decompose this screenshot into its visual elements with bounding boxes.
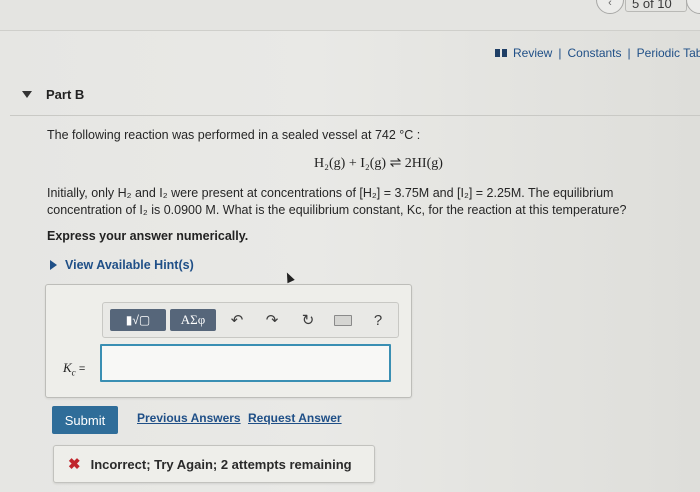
answer-panel: ▮√▢ ΑΣφ ↶ ↷ ↻ ? Kc = <box>45 284 412 398</box>
question-instruction: Express your answer numerically. <box>47 229 249 243</box>
hints-label: View Available Hint(s) <box>65 258 194 272</box>
chevron-left-icon: ‹ <box>608 0 612 9</box>
reaction-equation: H₂(g) + I₂(g) ⇌ 2HI(g) <box>314 156 443 171</box>
resource-links: Review | Constants | Periodic Table <box>495 46 700 60</box>
periodic-table-link[interactable]: Periodic Table <box>637 46 700 60</box>
reset-icon[interactable]: ↻ <box>297 310 319 330</box>
x-icon: ✖ <box>68 456 81 473</box>
page-counter: 5 of 10 <box>632 0 672 11</box>
kc-label: Kc = <box>63 360 85 378</box>
mouse-cursor <box>283 270 295 284</box>
constants-link[interactable]: Constants <box>567 46 621 60</box>
link-separator: | <box>627 46 631 60</box>
question-body-line: Initially, only H₂ and I₂ were present a… <box>47 186 614 200</box>
next-item-button[interactable] <box>686 0 700 14</box>
help-button[interactable]: ? <box>367 310 389 330</box>
templates-button[interactable]: ▮√▢ <box>110 309 166 331</box>
part-title: Part B <box>46 87 85 102</box>
question-body-line: concentration of I₂ is 0.0900 M. What is… <box>47 203 627 217</box>
keyboard-icon-button[interactable] <box>332 310 354 330</box>
redo-icon[interactable]: ↷ <box>261 310 283 330</box>
undo-icon[interactable]: ↶ <box>226 310 248 330</box>
request-answer-link[interactable]: Request Answer <box>248 411 342 425</box>
previous-item-button[interactable]: ‹ <box>596 0 624 14</box>
link-separator: | <box>558 46 562 60</box>
kc-equals: = <box>78 363 86 375</box>
math-toolbar: ▮√▢ ΑΣφ ↶ ↷ ↻ ? <box>102 302 399 338</box>
kc-sub: c <box>71 367 76 378</box>
question-intro: The following reaction was performed in … <box>47 128 421 142</box>
feedback-text: Incorrect; Try Again; 2 attempts remaini… <box>90 456 352 472</box>
kc-var: K <box>63 360 72 375</box>
submit-button[interactable]: Submit <box>52 406 118 434</box>
top-nav-strip: ‹ 5 of 10 <box>0 0 700 31</box>
keyboard-icon <box>334 314 352 326</box>
divider <box>10 115 700 116</box>
question-body: Initially, only H₂ and I₂ were present a… <box>47 185 667 219</box>
feedback-box: ✖ Incorrect; Try Again; 2 attempts remai… <box>53 445 375 483</box>
symbols-button[interactable]: ΑΣφ <box>170 309 216 331</box>
hints-toggle[interactable]: View Available Hint(s) <box>50 258 194 272</box>
caret-down-icon <box>22 91 32 98</box>
book-icon <box>495 49 507 57</box>
answer-input[interactable] <box>100 344 391 382</box>
caret-right-icon <box>50 260 57 270</box>
previous-answers-link[interactable]: Previous Answers <box>137 411 241 425</box>
page: ‹ 5 of 10 Review | Constants | Periodic … <box>0 0 700 492</box>
part-header[interactable]: Part B <box>22 87 84 102</box>
review-link[interactable]: Review <box>513 46 552 60</box>
